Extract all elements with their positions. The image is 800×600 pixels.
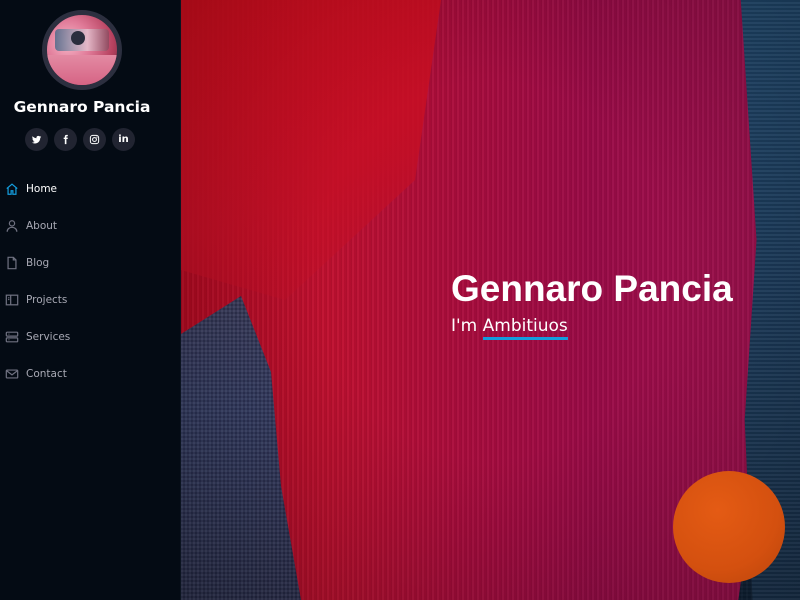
linkedin-icon: in [118, 134, 129, 145]
nav-label-blog: Blog [26, 256, 50, 269]
envelope-icon [5, 368, 19, 379]
nav-label-home: Home [26, 182, 58, 195]
back-to-top-button[interactable] [673, 471, 785, 583]
sidebar: Gennaro Pancia in Home About Blog Projec… [0, 0, 181, 600]
profile-name[interactable]: Gennaro Pancia [0, 98, 164, 116]
social-links: in [25, 128, 135, 151]
profile-avatar [42, 10, 122, 90]
nav-item-projects[interactable]: Projects [0, 281, 180, 318]
hero-title: Gennaro Pancia [451, 268, 733, 309]
nav-item-services[interactable]: Services [0, 318, 180, 355]
instagram-icon [89, 134, 100, 145]
nav-item-contact[interactable]: Contact [0, 355, 180, 392]
hero-section: Gennaro Pancia I'm Ambitiuos [181, 0, 800, 600]
nav-label-services: Services [26, 330, 71, 343]
nav-label-contact: Contact [26, 367, 67, 380]
person-icon [6, 219, 18, 232]
file-icon [7, 256, 17, 269]
facebook-button[interactable] [54, 128, 77, 151]
nav-item-home[interactable]: Home [0, 170, 180, 207]
hero-typed-text: Ambitiuos [482, 316, 568, 340]
twitter-button[interactable] [25, 128, 48, 151]
nav-item-about[interactable]: About [0, 207, 180, 244]
twitter-icon [31, 135, 42, 144]
nav-item-blog[interactable]: Blog [0, 244, 180, 281]
facebook-icon [63, 134, 68, 145]
hero-subtitle-prefix: I'm [451, 316, 478, 336]
nav-menu: Home About Blog Projects Services Contac… [0, 170, 180, 392]
book-icon [5, 294, 19, 305]
hero-subtitle: I'm Ambitiuos [451, 316, 568, 340]
nav-label-about: About [26, 219, 58, 232]
nav-label-projects: Projects [26, 293, 68, 306]
home-icon [6, 182, 18, 195]
linkedin-button[interactable]: in [112, 128, 135, 151]
instagram-button[interactable] [83, 128, 106, 151]
server-icon [5, 331, 19, 342]
